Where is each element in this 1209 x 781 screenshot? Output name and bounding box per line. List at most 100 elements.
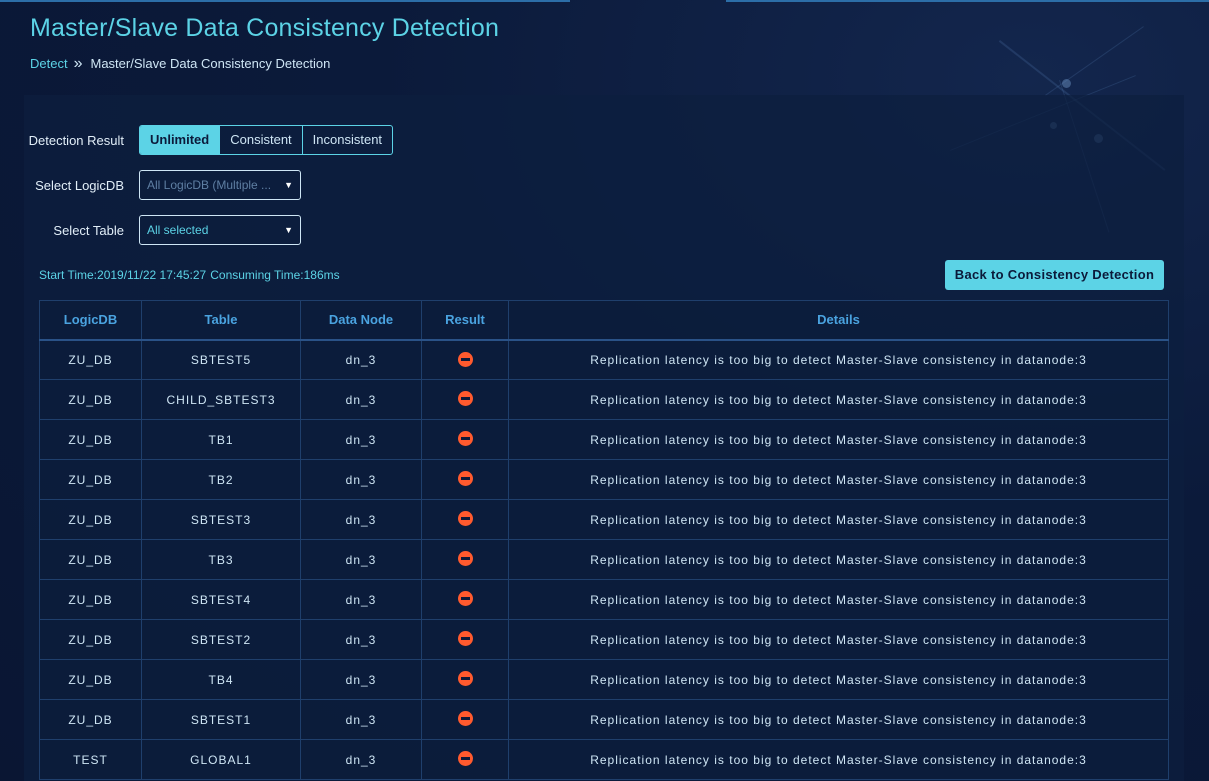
run-info: Start Time:2019/11/22 17:45:27 Consuming … (39, 268, 340, 282)
cell-logicdb: ZU_DB (39, 419, 142, 460)
cell-logicdb: ZU_DB (39, 659, 142, 700)
cell-table: CHILD_SBTEST3 (141, 379, 301, 420)
column-header-logicdb[interactable]: LogicDB (39, 300, 142, 341)
start-time: Start Time:2019/11/22 17:45:27 (39, 268, 207, 282)
option-inconsistent[interactable]: Inconsistent (301, 126, 392, 154)
no-entry-icon (457, 671, 473, 687)
detection-result-row: Detection Result Unlimited Consistent In… (0, 125, 394, 155)
column-header-data-node[interactable]: Data Node (300, 300, 422, 341)
cell-result (421, 419, 509, 460)
cell-table: SBTEST5 (141, 339, 301, 380)
no-entry-icon (457, 591, 473, 607)
table-row: ZU_DB SBTEST2 dn_3 Replication latency is t… (39, 619, 1169, 660)
top-accent-bar (0, 0, 570, 2)
cell-data-node: dn_3 (300, 339, 422, 380)
cell-data-node: dn_3 (300, 499, 422, 540)
cell-details: Replication latency is too big to detect… (508, 379, 1169, 420)
background-decoration (1062, 79, 1071, 88)
breadcrumb-current: Master/Slave Data Consistency Detection (90, 56, 331, 71)
app-page: Master/Slave Data Consistency Detection … (0, 0, 1209, 781)
table-row: ZU_DB SBTEST4 dn_3 Replication latency is t… (39, 579, 1169, 620)
table-row: ZU_DB TB4 dn_3 Replication latency is too b… (39, 659, 1169, 700)
cell-table: TB4 (141, 659, 301, 700)
cell-logicdb: ZU_DB (39, 459, 142, 500)
cell-data-node: dn_3 (300, 459, 422, 500)
table-row: ZU_DB SBTEST5 dn_3 Replication latency is t… (39, 339, 1169, 380)
cell-data-node: dn_3 (300, 539, 422, 580)
cell-data-node: dn_3 (300, 659, 422, 700)
cell-table: TB1 (141, 419, 301, 460)
no-entry-icon (457, 551, 473, 567)
cell-details: Replication latency is too big to detect… (508, 499, 1169, 540)
table-row: ZU_DB SBTEST1 dn_3 Replication latency is t… (39, 699, 1169, 740)
cell-logicdb: ZU_DB (39, 539, 142, 580)
option-unlimited[interactable]: Unlimited (140, 126, 220, 154)
cell-details: Replication latency is too big to detect… (508, 339, 1169, 380)
no-entry-icon (457, 431, 473, 447)
logicdb-select-placeholder: All LogicDB (Multiple ... (147, 178, 272, 192)
no-entry-icon (457, 511, 473, 527)
detection-result-toggle: Unlimited Consistent Inconsistent (139, 125, 394, 155)
cell-details: Replication latency is too big to detect… (508, 579, 1169, 620)
cell-table: SBTEST2 (141, 619, 301, 660)
table-row: ZU_DB TB2 dn_3 Replication latency is too b… (39, 459, 1169, 500)
breadcrumb-link-detect[interactable]: Detect (30, 56, 68, 71)
cell-table: SBTEST1 (141, 699, 301, 740)
table-select-value: All selected (147, 223, 209, 237)
breadcrumb: Detect » Master/Slave Data Consistency D… (30, 55, 331, 72)
cell-table: SBTEST3 (141, 499, 301, 540)
table-row: ZU_DB CHILD_SBTEST3 dn_3 Replication latenc… (39, 379, 1169, 420)
cell-data-node: dn_3 (300, 579, 422, 620)
dropdown-caret-icon: ▼ (284, 180, 293, 190)
cell-logicdb: ZU_DB (39, 579, 142, 620)
table-select[interactable]: All selected ▼ (139, 215, 301, 245)
cell-data-node: dn_3 (300, 739, 422, 780)
logicdb-label: Select LogicDB (35, 177, 124, 193)
table-select-label: Select Table (53, 222, 124, 238)
detection-result-label: Detection Result (28, 132, 124, 148)
breadcrumb-separator-icon: » (73, 55, 83, 72)
column-header-result[interactable]: Result (421, 300, 509, 341)
cell-logicdb: ZU_DB (39, 699, 142, 740)
cell-logicdb: TEST (39, 739, 142, 780)
cell-logicdb: ZU_DB (39, 339, 142, 380)
cell-details: Replication latency is too big to detect… (508, 539, 1169, 580)
table-select-row: Select Table All selected ▼ (0, 215, 301, 245)
cell-data-node: dn_3 (300, 379, 422, 420)
cell-data-node: dn_3 (300, 699, 422, 740)
cell-data-node: dn_3 (300, 619, 422, 660)
back-to-consistency-detection-button[interactable]: Back to Consistency Detection (945, 260, 1164, 290)
no-entry-icon (457, 351, 473, 367)
no-entry-icon (457, 471, 473, 487)
cell-table: TB3 (141, 539, 301, 580)
logicdb-select[interactable]: All LogicDB (Multiple ... ▼ (139, 170, 301, 200)
no-entry-icon (457, 391, 473, 407)
page-title: Master/Slave Data Consistency Detection (30, 14, 500, 42)
cell-details: Replication latency is too big to detect… (508, 659, 1169, 700)
cell-result (421, 499, 509, 540)
option-consistent[interactable]: Consistent (219, 126, 301, 154)
results-table: LogicDB Table Data Node Result Details Z… (39, 300, 1169, 780)
cell-result (421, 579, 509, 620)
table-row: ZU_DB TB3 dn_3 Replication latency is too b… (39, 539, 1169, 580)
cell-details: Replication latency is too big to detect… (508, 699, 1169, 740)
cell-result (421, 379, 509, 420)
cell-table: TB2 (141, 459, 301, 500)
table-header-row: LogicDB Table Data Node Result Details (39, 300, 1169, 341)
cell-logicdb: ZU_DB (39, 379, 142, 420)
cell-details: Replication latency is too big to detect… (508, 419, 1169, 460)
cell-logicdb: ZU_DB (39, 619, 142, 660)
cell-details: Replication latency is too big to detect… (508, 739, 1169, 780)
column-header-table[interactable]: Table (141, 300, 301, 341)
cell-result (421, 459, 509, 500)
cell-result (421, 739, 509, 780)
table-row: TEST GLOBAL1 dn_3 Replication latency is to… (39, 739, 1169, 780)
column-header-details[interactable]: Details (508, 300, 1169, 341)
table-row: ZU_DB TB1 dn_3 Replication latency is too b… (39, 419, 1169, 460)
cell-result (421, 619, 509, 660)
cell-table: SBTEST4 (141, 579, 301, 620)
cell-result (421, 659, 509, 700)
no-entry-icon (457, 631, 473, 647)
top-accent-bar (726, 0, 1209, 2)
no-entry-icon (457, 751, 473, 767)
